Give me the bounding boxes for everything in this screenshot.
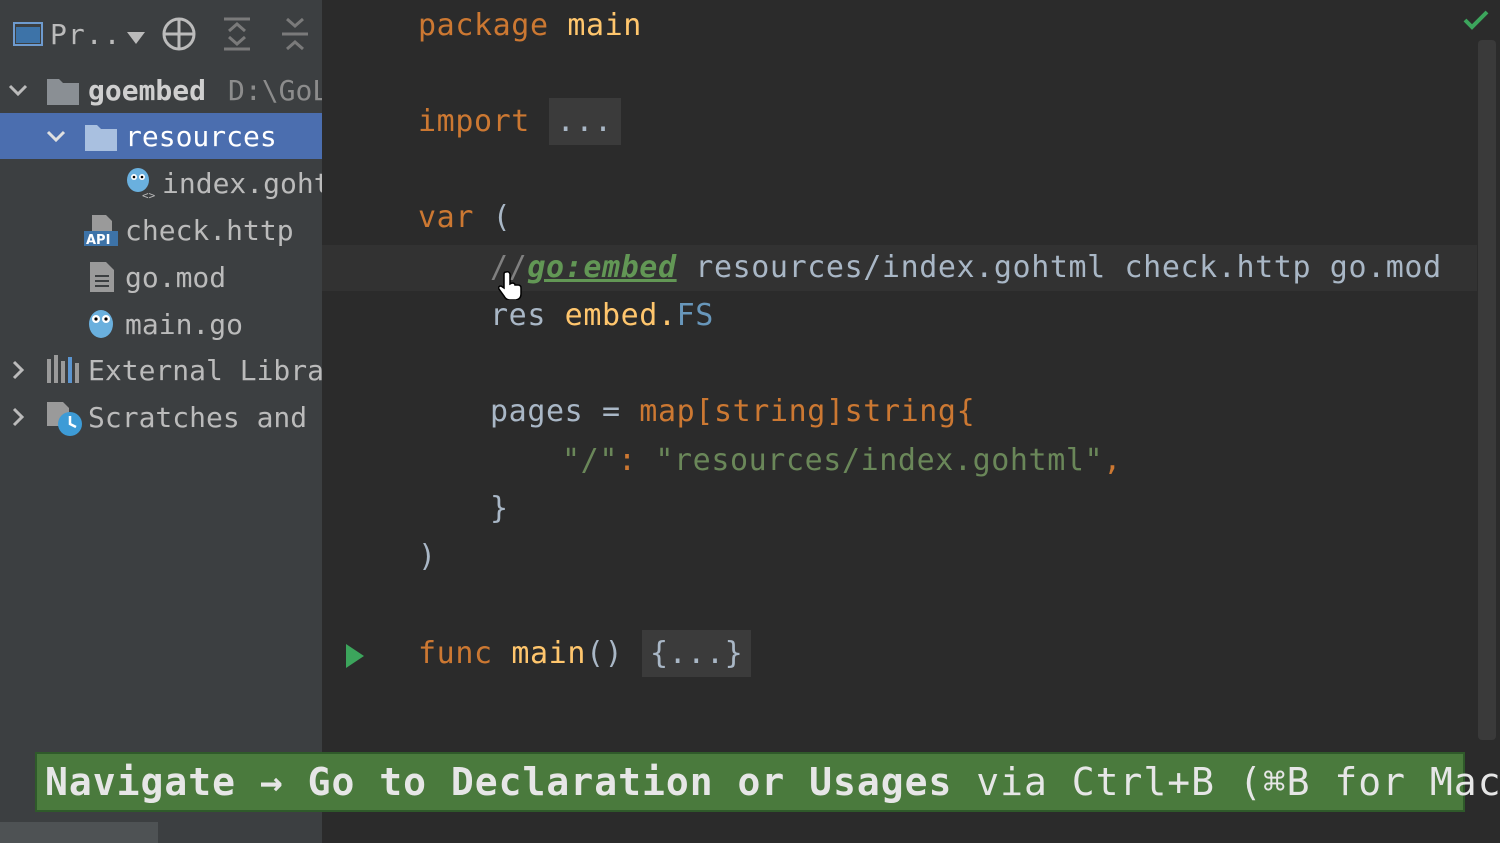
chevron-right-icon	[12, 360, 25, 380]
sidebar-horizontal-scrollbar[interactable]	[0, 822, 158, 843]
tree-item-goembed[interactable]: goembed D:\GoL	[0, 67, 322, 113]
tree-item-label: main.go	[125, 307, 244, 341]
scratches-clock-icon	[47, 402, 82, 436]
hand-cursor-icon	[498, 271, 522, 300]
expand-all-button[interactable]	[220, 14, 254, 54]
tree-item-resources[interactable]: resources	[0, 113, 322, 159]
svg-text:<>: <>	[142, 189, 156, 200]
http-api-file-icon: API	[84, 215, 118, 247]
expand-all-icon	[224, 17, 250, 51]
tree-item-check-http[interactable]: API check.http	[0, 207, 322, 253]
code-line-res: res embed.FS	[490, 298, 714, 333]
editor-vertical-scrollbar[interactable]	[1478, 40, 1496, 740]
tree-item-label: go.mod	[125, 260, 227, 294]
tree-item-main-go[interactable]: main.go	[0, 301, 322, 347]
tree-item-label: External Libra	[88, 353, 322, 387]
code-line-close-brace: }	[490, 491, 509, 526]
chevron-down-icon	[127, 32, 146, 44]
tree-item-scratches[interactable]: Scratches and	[0, 394, 322, 440]
code-line-map-entry: "/": "resources/index.gohtml",	[562, 443, 1122, 478]
gopher-icon	[89, 310, 113, 338]
code-line-pages: pages = map[string]string{	[490, 394, 976, 429]
tree-item-label: check.http	[125, 213, 294, 247]
folder-icon	[47, 79, 79, 105]
folded-func-body[interactable]: {...}	[641, 630, 752, 677]
check-icon	[1463, 10, 1489, 30]
code-line-func-main: func main() {...}	[418, 630, 752, 677]
chevron-down-icon	[46, 130, 66, 143]
tree-item-label: resources	[125, 119, 277, 153]
project-window-icon	[13, 22, 43, 46]
code-editor[interactable]: package main import ... var ( //go:embed…	[322, 0, 1500, 843]
tree-item-index-gohtml[interactable]: <> index.goht	[0, 160, 322, 206]
collapse-all-button[interactable]	[278, 14, 312, 54]
collapse-all-icon	[282, 17, 308, 51]
tip-shortcut: via Ctrl+B (⌘B for Mac)	[952, 760, 1500, 804]
code-line-go-embed: //go:embed resources/index.gohtml check.…	[490, 250, 1442, 285]
code-line-import: import ...	[418, 98, 621, 145]
tree-item-go-mod[interactable]: go.mod	[0, 254, 322, 300]
gopher-template-icon: <>	[127, 168, 156, 200]
project-toolbar: Pr..	[0, 0, 322, 66]
tree-item-label: goembed	[88, 73, 207, 107]
file-icon	[90, 262, 114, 292]
folded-imports[interactable]: ...	[548, 98, 621, 145]
shortcut-tip-banner: Navigate → Go to Declaration or Usages v…	[35, 752, 1500, 812]
tree-item-path: D:\GoL	[228, 73, 322, 107]
svg-text:API: API	[86, 233, 110, 247]
tree-item-label: index.goht	[162, 166, 322, 200]
folder-icon	[85, 125, 117, 151]
run-icon[interactable]	[346, 644, 364, 668]
tree-item-external-libraries[interactable]: External Libra	[0, 347, 322, 393]
code-line-package: package main	[418, 8, 642, 43]
locate-file-button[interactable]	[160, 14, 198, 54]
chevron-down-icon	[8, 84, 28, 97]
project-view-selector[interactable]: Pr..	[12, 14, 147, 54]
go-embed-directive-link[interactable]: go:embed	[527, 250, 676, 285]
project-tool-window: Pr.. goembed D:\GoL resources <> index.g…	[0, 0, 322, 843]
project-view-label: Pr..	[50, 17, 122, 51]
tree-item-label: Scratches and	[88, 400, 308, 434]
chevron-right-icon	[12, 407, 25, 427]
crosshair-icon	[162, 17, 196, 51]
code-line-var: var (	[418, 200, 512, 235]
code-line-close-paren: )	[418, 539, 437, 574]
tip-action: Navigate → Go to Declaration or Usages	[45, 760, 953, 804]
library-icon	[47, 355, 79, 383]
